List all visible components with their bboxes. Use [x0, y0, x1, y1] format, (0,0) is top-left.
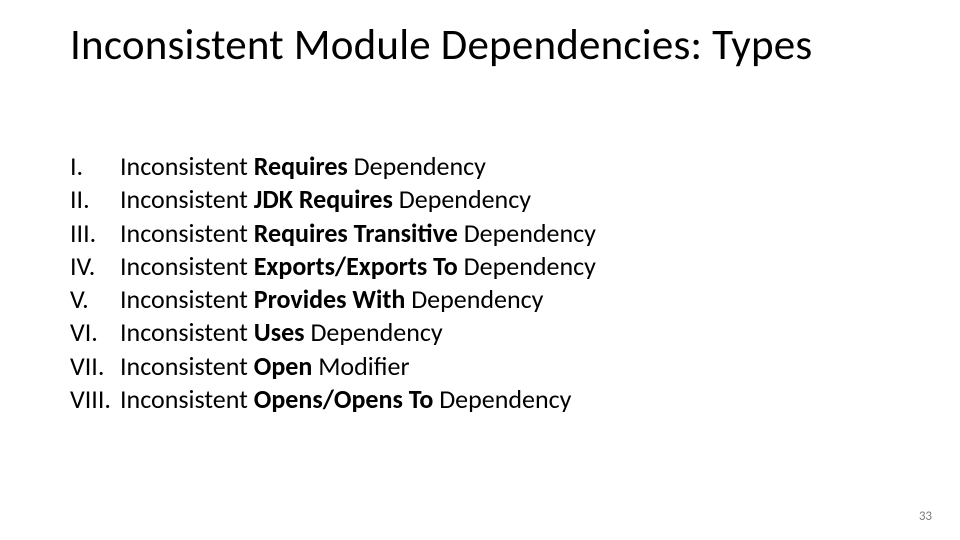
- list-item: V. Inconsistent Provides With Dependency: [70, 283, 890, 316]
- list-text: Inconsistent Open Modifier: [120, 350, 890, 383]
- list-item: I. Inconsistent Requires Dependency: [70, 150, 890, 183]
- list-text: Inconsistent Opens/Opens To Dependency: [120, 383, 890, 416]
- list-text: Inconsistent Uses Dependency: [120, 316, 890, 349]
- list-item: IV. Inconsistent Exports/Exports To Depe…: [70, 250, 890, 283]
- list-number: III.: [70, 217, 120, 250]
- list-text: Inconsistent JDK Requires Dependency: [120, 183, 890, 216]
- type-list: I. Inconsistent Requires Dependency II. …: [70, 150, 890, 416]
- page-number: 33: [919, 509, 932, 524]
- list-item: II. Inconsistent JDK Requires Dependency: [70, 183, 890, 216]
- list-item: VII. Inconsistent Open Modifier: [70, 350, 890, 383]
- list-item: VIII. Inconsistent Opens/Opens To Depend…: [70, 383, 890, 416]
- list-number: VII.: [70, 350, 120, 383]
- list-number: VIII.: [70, 383, 120, 416]
- list-number: II.: [70, 183, 120, 216]
- list-text: Inconsistent Requires Transitive Depende…: [120, 217, 890, 250]
- list-item: III. Inconsistent Requires Transitive De…: [70, 217, 890, 250]
- list-number: I.: [70, 150, 120, 183]
- list-text: Inconsistent Exports/Exports To Dependen…: [120, 250, 890, 283]
- slide-title: Inconsistent Module Dependencies: Types: [70, 22, 890, 68]
- list-number: VI.: [70, 316, 120, 349]
- list-text: Inconsistent Provides With Dependency: [120, 283, 890, 316]
- list-text: Inconsistent Requires Dependency: [120, 150, 890, 183]
- slide: Inconsistent Module Dependencies: Types …: [0, 0, 960, 540]
- list-number: IV.: [70, 250, 120, 283]
- list-number: V.: [70, 283, 120, 316]
- list-item: VI. Inconsistent Uses Dependency: [70, 316, 890, 349]
